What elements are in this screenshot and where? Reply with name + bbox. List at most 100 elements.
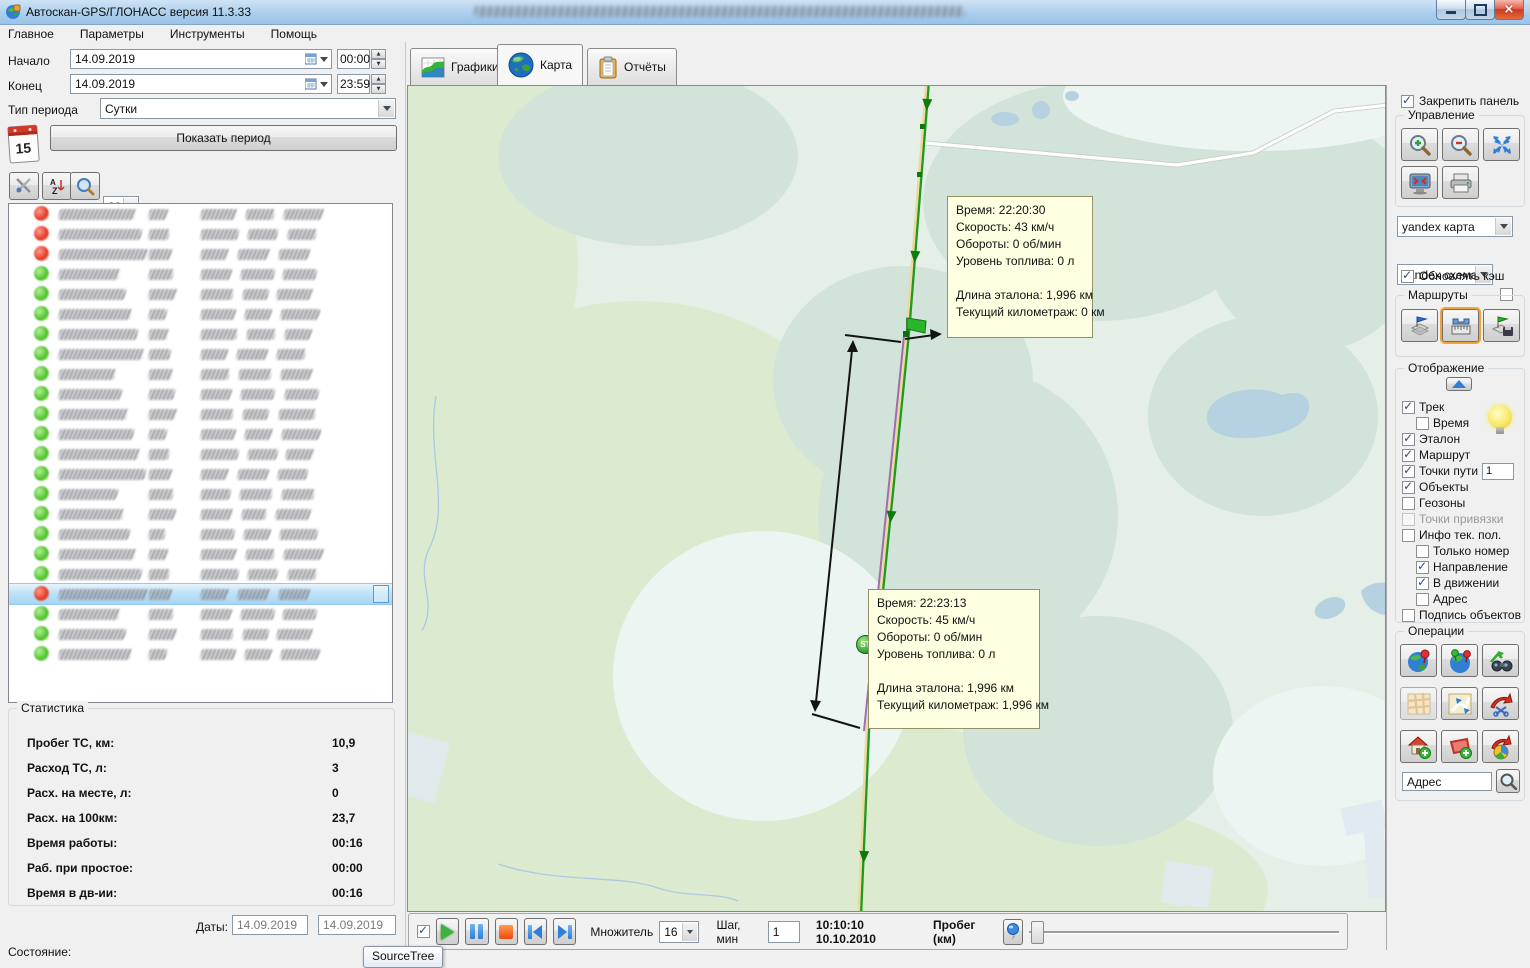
vehicle-row[interactable] [9,444,392,464]
checkbox[interactable] [1402,529,1415,542]
menu-help[interactable]: Помощь [271,27,317,41]
playback-slider[interactable] [1029,920,1339,944]
search-button[interactable] [70,172,100,200]
display-option-Геозоны[interactable]: Геозоны [1402,495,1524,511]
add-object-button[interactable] [1400,730,1437,763]
map-canvas[interactable]: ST Время: 22:20:30Скорость: 43 км/чОборо… [407,85,1386,912]
route-save-button[interactable] [1483,309,1520,342]
display-option-Точки привязки[interactable]: Точки привязки [1402,511,1524,527]
vehicle-row[interactable] [9,424,392,444]
display-option-Точки пути[interactable]: Точки пути1 [1402,463,1524,479]
vehicle-row[interactable] [9,564,392,584]
globe-pin-button[interactable] [1400,644,1437,677]
vehicle-row[interactable] [9,583,392,605]
tab-graphs[interactable]: Графики [410,48,510,85]
vehicle-row[interactable] [9,204,392,224]
fullscreen-map-button[interactable] [1401,166,1438,199]
balloon-button[interactable] [1003,919,1024,945]
route-flag-button[interactable] [1401,309,1438,342]
checkbox[interactable] [1402,401,1415,414]
checkbox[interactable] [1416,545,1429,558]
vehicle-row[interactable] [9,624,392,644]
checkbox[interactable] [1402,433,1415,446]
display-option-Направление[interactable]: Направление [1416,559,1524,575]
calendar-dropdown-icon[interactable] [305,53,328,65]
display-option-Только номер[interactable]: Только номер [1416,543,1524,559]
vehicle-list[interactable] [8,203,393,703]
vehicle-row[interactable] [9,644,392,664]
end-time-input[interactable]: 23:59 [337,74,370,94]
multiplier-select[interactable]: 16 [659,921,698,943]
checkbox[interactable] [1416,417,1429,430]
start-time-spinner[interactable]: ▲▼ [371,49,386,69]
vehicle-row[interactable] [9,244,392,264]
date-to-input[interactable]: 14.09.2019 [318,915,396,935]
display-option-Эталон[interactable]: Эталон [1402,431,1524,447]
step-forward-button[interactable] [553,918,576,945]
vehicle-row[interactable] [9,324,392,344]
collapse-button[interactable] [1446,377,1472,391]
display-option-Объекты[interactable]: Объекты [1402,479,1524,495]
vehicle-row[interactable] [9,404,392,424]
checkbox[interactable] [1402,465,1415,478]
checkbox[interactable] [1402,449,1415,462]
address-input[interactable]: Адрес [1402,772,1492,791]
calendar-dropdown-icon[interactable] [305,78,328,90]
show-period-button[interactable]: Показать период [50,125,397,151]
display-option-Адрес[interactable]: Адрес [1416,591,1524,607]
vehicle-row[interactable] [9,484,392,504]
start-date-input[interactable]: 14.09.2019 [70,49,332,69]
period-type-select[interactable]: Сутки [100,98,396,119]
vehicle-row[interactable] [9,384,392,404]
menu-parameters[interactable]: Параметры [80,27,144,41]
end-date-input[interactable]: 14.09.2019 [70,74,332,94]
zoom-in-button[interactable] [1401,128,1438,161]
find-binoculars-button[interactable] [1482,644,1519,677]
display-option-Инфо тек. пол.[interactable]: Инфо тек. пол. [1402,527,1524,543]
vehicle-row[interactable] [9,264,392,284]
map-view-button[interactable] [1400,687,1437,720]
vehicle-row[interactable] [9,284,392,304]
checkbox[interactable] [1402,481,1415,494]
vehicle-row[interactable] [9,304,392,324]
checkbox[interactable] [1416,593,1429,606]
step-back-button[interactable] [524,918,547,945]
step-input[interactable]: 1 [768,921,800,943]
date-from-input[interactable]: 14.09.2019 [232,915,308,935]
menu-tools[interactable]: Инструменты [170,27,245,41]
close-button[interactable]: × [1494,0,1524,20]
vehicle-row[interactable] [9,504,392,524]
maximize-button[interactable] [1465,0,1495,20]
slider-handle[interactable] [1031,921,1044,944]
print-button[interactable] [1442,166,1479,199]
vehicle-row[interactable] [9,364,392,384]
display-option-Подпись объектов[interactable]: Подпись объектов [1402,607,1524,623]
vehicle-row[interactable] [9,344,392,364]
vehicle-row[interactable] [9,524,392,544]
tab-map[interactable]: Карта [497,44,583,85]
checkbox[interactable] [1402,609,1415,622]
checkbox[interactable] [1416,561,1429,574]
stop-button[interactable] [495,918,518,945]
add-geozone-button[interactable] [1441,730,1478,763]
fit-extent-button[interactable] [1483,128,1520,161]
display-option-Маршрут[interactable]: Маршрут [1402,447,1524,463]
display-option-В движении[interactable]: В движении [1416,575,1524,591]
tools-button[interactable] [9,172,39,200]
vehicle-row[interactable] [9,544,392,564]
minimize-button[interactable] [1436,0,1466,20]
waypoint-count-input[interactable]: 1 [1482,463,1514,480]
cut-track-button[interactable] [1482,687,1519,720]
route-measure-button[interactable] [1442,309,1479,342]
checkbox[interactable] [1402,497,1415,510]
start-time-input[interactable]: 00:00 [337,49,370,69]
pin-panel-checkbox[interactable]: Закрепить панель [1401,94,1519,108]
vehicle-row[interactable] [9,604,392,624]
report-chart-button[interactable] [1482,730,1519,763]
tab-reports[interactable]: Отчёты [587,48,677,85]
menu-main[interactable]: Главное [8,27,54,41]
globe-pins-button[interactable] [1441,644,1478,677]
map-route-button[interactable] [1441,687,1478,720]
refresh-cache-checkbox[interactable]: Обновлять кэш [1401,269,1504,283]
vehicle-row[interactable] [9,464,392,484]
